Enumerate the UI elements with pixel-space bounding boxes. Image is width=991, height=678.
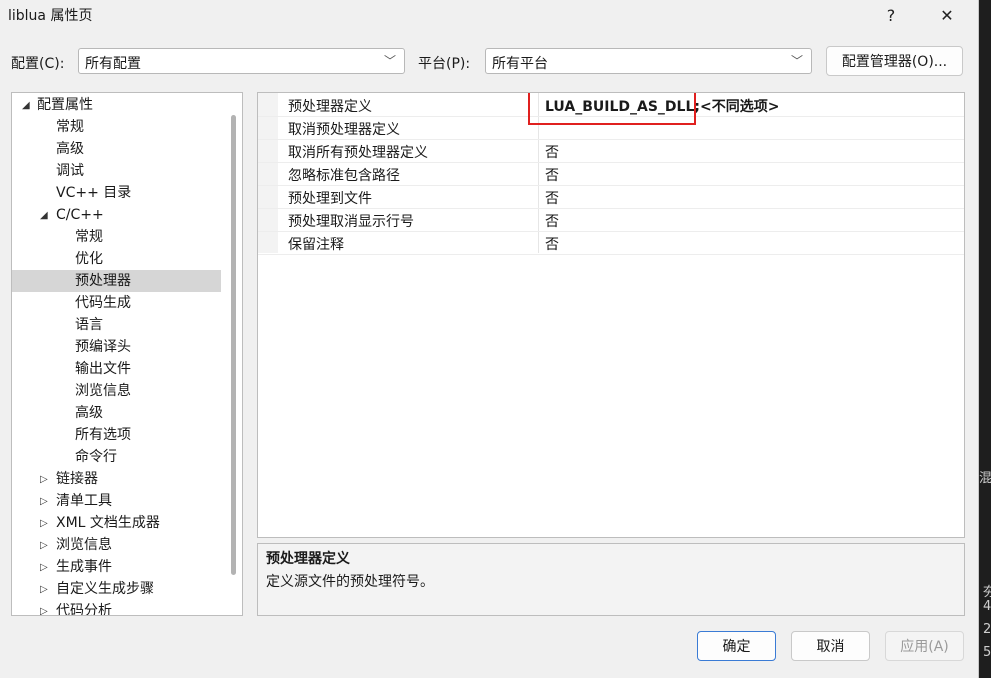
tree-item[interactable]: 调试 [12, 160, 221, 182]
property-value[interactable]: 否 [545, 188, 559, 208]
expanded-arrow-icon[interactable]: ◢ [40, 205, 48, 227]
property-row-preprocessor-definitions[interactable]: 预处理器定义 LUA_BUILD_AS_DLL;<不同选项> [258, 93, 964, 125]
background-text-fragment: 4 [983, 599, 991, 614]
tree-item-custom-build[interactable]: ▷ 自定义生成步骤 [12, 578, 221, 600]
collapsed-arrow-icon[interactable]: ▷ [40, 513, 48, 535]
platform-dropdown[interactable]: 所有平台 ﹀ [485, 48, 812, 74]
description-panel: 预处理器定义 定义源文件的预处理符号。 [257, 543, 965, 616]
property-pages-dialog: liblua 属性页 ? ✕ 配置(C): 所有配置 ﹀ 平台(P): 所有平台… [0, 0, 979, 678]
property-row[interactable]: 预处理取消显示行号 否 [258, 208, 964, 232]
property-row[interactable]: 预处理到文件 否 [258, 185, 964, 209]
property-name: 取消预处理器定义 [288, 122, 400, 138]
property-row[interactable]: 保留注释 否 [258, 231, 964, 255]
property-value[interactable]: 否 [545, 165, 559, 185]
tree-item-xml-doc[interactable]: ▷ XML 文档生成器 [12, 512, 221, 534]
close-icon: ✕ [940, 5, 954, 25]
expanded-arrow-icon[interactable]: ◢ [22, 95, 30, 117]
tree-item[interactable]: VC++ 目录 [12, 182, 221, 204]
chevron-down-icon: ﹀ [383, 54, 396, 68]
help-button[interactable]: ? [868, 0, 914, 30]
property-value[interactable]: 否 [545, 211, 559, 231]
configuration-manager-button[interactable]: 配置管理器(O)... [826, 46, 963, 76]
property-value[interactable]: 否 [545, 234, 559, 254]
config-value: 所有配置 [85, 56, 141, 72]
platform-value: 所有平台 [492, 56, 548, 72]
property-name: 预处理到文件 [288, 191, 372, 207]
background-text-fragment: 2 [983, 622, 991, 637]
tree-item[interactable]: 代码生成 [12, 292, 221, 314]
config-label: 配置(C): [11, 56, 65, 72]
property-value[interactable]: 否 [545, 142, 559, 162]
apply-button[interactable]: 应用(A) [885, 631, 964, 661]
tree-item-manifest-tool[interactable]: ▷ 清单工具 [12, 490, 221, 512]
collapsed-arrow-icon[interactable]: ▷ [40, 491, 48, 513]
collapsed-arrow-icon[interactable]: ▷ [40, 469, 48, 491]
tree-item[interactable]: 高级 [12, 138, 221, 160]
tree-item[interactable]: 预编译头 [12, 336, 221, 358]
tree-scrollbar[interactable] [231, 115, 236, 575]
property-name: 预处理取消显示行号 [288, 214, 414, 230]
help-icon: ? [886, 5, 896, 25]
tree-item[interactable]: 高级 [12, 402, 221, 424]
tree-item[interactable]: 语言 [12, 314, 221, 336]
collapsed-arrow-icon[interactable]: ▷ [40, 579, 48, 601]
collapsed-arrow-icon[interactable]: ▷ [40, 557, 48, 579]
collapsed-arrow-icon[interactable]: ▷ [40, 601, 48, 615]
platform-label: 平台(P): [418, 56, 471, 72]
tree-item[interactable]: 优化 [12, 248, 221, 270]
tree-item-linker[interactable]: ▷ 链接器 [12, 468, 221, 490]
property-name: 忽略标准包含路径 [288, 168, 400, 184]
ok-button[interactable]: 确定 [697, 631, 776, 661]
tree-item-build-events[interactable]: ▷ 生成事件 [12, 556, 221, 578]
property-row[interactable]: 取消预处理器定义 [258, 116, 964, 140]
category-tree: ◢ 配置属性 常规 高级 调试 VC++ 目录 ◢ C/C++ 常规 优化 预处… [11, 92, 243, 616]
cancel-button[interactable]: 取消 [791, 631, 870, 661]
tree-item-browse-info[interactable]: ▷ 浏览信息 [12, 534, 221, 556]
tree-item[interactable]: 常规 [12, 116, 221, 138]
description-text: 定义源文件的预处理符号。 [266, 574, 434, 590]
property-row[interactable]: 取消所有预处理器定义 否 [258, 139, 964, 163]
property-name: 预处理器定义 [288, 99, 372, 115]
background-text-fragment: 夯 [983, 585, 991, 600]
property-row[interactable]: 忽略标准包含路径 否 [258, 162, 964, 186]
close-button[interactable]: ✕ [924, 0, 970, 30]
tree-item[interactable]: 浏览信息 [12, 380, 221, 402]
tree-item-config-properties[interactable]: ◢ 配置属性 [12, 94, 221, 116]
tree-item[interactable]: 所有选项 [12, 424, 221, 446]
property-name: 保留注释 [288, 237, 344, 253]
tree-item[interactable]: 常规 [12, 226, 221, 248]
description-title: 预处理器定义 [266, 551, 350, 567]
tree-item-code-analysis[interactable]: ▷ 代码分析 [12, 600, 221, 615]
window-title: liblua 属性页 [8, 8, 93, 24]
collapsed-arrow-icon[interactable]: ▷ [40, 535, 48, 557]
tree-item-cpp[interactable]: ◢ C/C++ [12, 204, 221, 226]
background-text-fragment: 5 [983, 645, 991, 660]
configuration-manager-label: 配置管理器(O)... [841, 54, 948, 70]
tree-item-preprocessor[interactable]: 预处理器 [12, 270, 221, 292]
chevron-down-icon: ﹀ [790, 54, 803, 68]
tree-item[interactable]: 输出文件 [12, 358, 221, 380]
background-text-fragment: 混 [979, 471, 991, 486]
tree-item[interactable]: 命令行 [12, 446, 221, 468]
title-bar: liblua 属性页 ? ✕ [0, 0, 978, 30]
property-name: 取消所有预处理器定义 [288, 145, 428, 161]
property-grid: 预处理器定义 LUA_BUILD_AS_DLL;<不同选项> 取消预处理器定义 … [257, 92, 965, 538]
config-dropdown[interactable]: 所有配置 ﹀ [78, 48, 405, 74]
